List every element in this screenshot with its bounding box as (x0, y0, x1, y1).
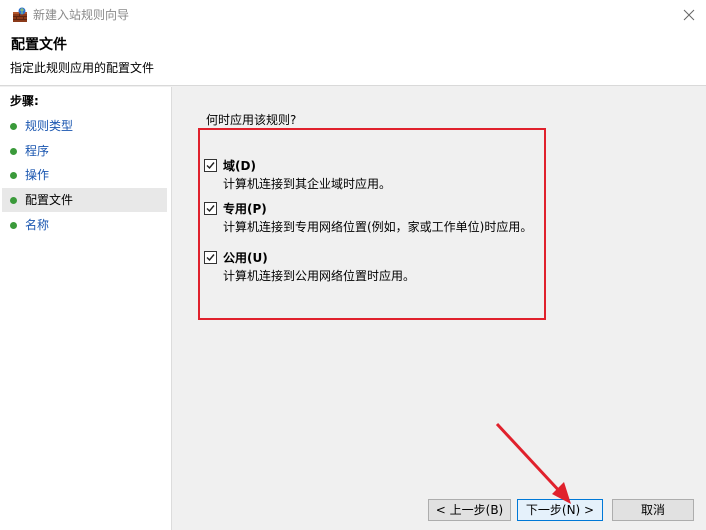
sidebar-item-label: 操作 (25, 168, 50, 182)
sidebar-item-name[interactable]: 名称 (2, 213, 167, 237)
domain-checkbox[interactable] (204, 159, 217, 172)
sidebar-item-program[interactable]: 程序 (2, 139, 167, 163)
window-title: 新建入站规则向导 (33, 8, 130, 22)
sidebar-item-action[interactable]: 操作 (2, 163, 167, 187)
option-description: 计算机连接到其企业域时应用。 (223, 177, 392, 191)
sidebar-item-rule-type[interactable]: 规则类型 (2, 114, 167, 138)
step-bullet-icon (10, 122, 17, 130)
option-description: 计算机连接到专用网络位置(例如，家或工作单位)时应用。 (223, 220, 533, 234)
step-bullet-icon (10, 221, 17, 229)
checkmark-icon (206, 205, 215, 213)
private-checkbox[interactable] (204, 202, 217, 215)
next-button[interactable]: 下一步(N) > (517, 499, 603, 521)
wizard-header: 配置文件 指定此规则应用的配置文件 (0, 30, 706, 86)
option-description: 计算机连接到公用网络位置时应用。 (223, 269, 416, 283)
sidebar-item-label: 程序 (25, 144, 50, 158)
sidebar-item-profile[interactable]: 配置文件 (2, 188, 167, 212)
option-title: 域(D) (223, 159, 256, 173)
option-title: 专用(P) (223, 202, 267, 216)
sidebar-item-label: 配置文件 (25, 193, 74, 207)
main-panel: 何时应用该规则? 域(D) 计算机连接到其企业域时应用。 专用(P) 计算机连接… (173, 87, 706, 492)
checkmark-icon (206, 254, 215, 262)
steps-sidebar: 步骤: 规则类型 程序 操作 配置文件 名称 (0, 87, 172, 530)
page-title: 配置文件 (11, 37, 67, 53)
firewall-app-icon (12, 7, 28, 23)
title-bar: 新建入站规则向导 (0, 0, 706, 30)
question-label: 何时应用该规则? (206, 113, 297, 127)
page-subtitle: 指定此规则应用的配置文件 (10, 61, 155, 75)
sidebar-item-label: 名称 (25, 218, 50, 232)
step-bullet-icon (10, 147, 17, 155)
checkmark-icon (206, 162, 215, 170)
step-bullet-icon (10, 171, 17, 179)
cancel-button[interactable]: 取消 (612, 499, 694, 521)
sidebar-item-label: 规则类型 (25, 119, 74, 133)
back-button[interactable]: < 上一步(B) (428, 499, 511, 521)
wizard-window: 新建入站规则向导 配置文件 指定此规则应用的配置文件 步骤: 规则类型 程序 操… (0, 0, 706, 530)
close-button[interactable] (672, 0, 706, 30)
steps-label: 步骤: (10, 94, 39, 108)
close-icon (683, 9, 695, 21)
public-checkbox[interactable] (204, 251, 217, 264)
step-bullet-icon (10, 196, 17, 204)
option-title: 公用(U) (223, 251, 268, 265)
